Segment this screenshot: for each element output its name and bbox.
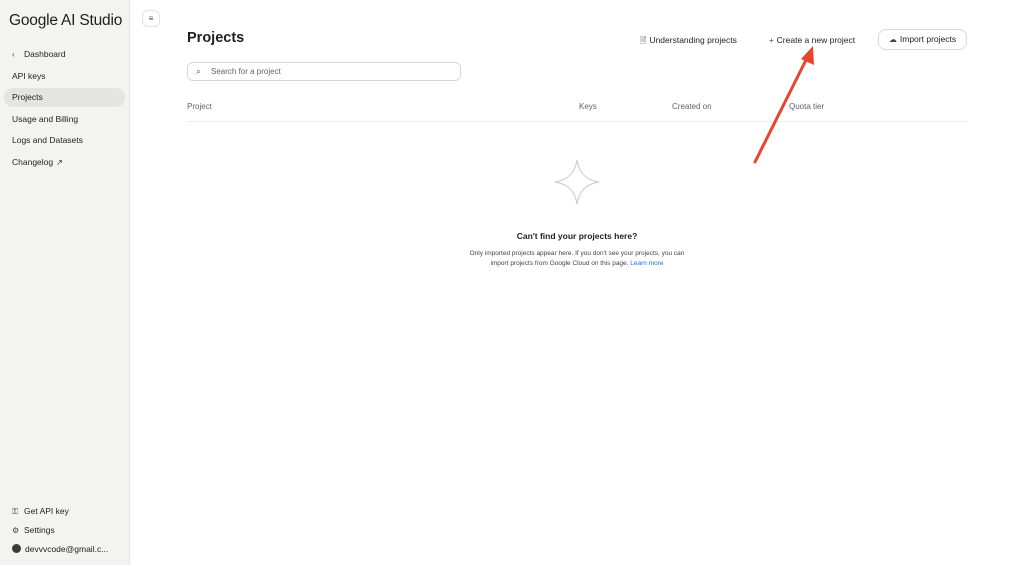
column-header-project[interactable]: Project xyxy=(187,102,212,111)
empty-state-line-2: import projects from Google Cloud on thi… xyxy=(452,259,702,269)
key-icon: ⚿ xyxy=(12,507,19,516)
table-divider xyxy=(187,121,967,122)
empty-state-line-2-text: import projects from Google Cloud on thi… xyxy=(490,260,629,267)
search-box: ⌕ xyxy=(187,62,461,81)
account-button[interactable]: devvvcode@gmail.c... xyxy=(12,544,130,554)
settings-button[interactable]: ⚙ Settings xyxy=(12,525,130,535)
get-api-key-label: Get API key xyxy=(24,506,69,516)
search-icon: ⌕ xyxy=(196,66,201,76)
empty-state-line-1: Only imported projects appear here. If y… xyxy=(469,250,685,257)
sidebar-item-label: API keys xyxy=(12,70,46,81)
gear-icon: ⚙ xyxy=(12,526,20,535)
sidebar-item-label: Usage and Billing xyxy=(12,113,79,124)
annotation-arrow xyxy=(753,46,814,164)
account-email: devvvcode@gmail.c... xyxy=(25,544,109,554)
empty-state-title: Can't find your projects here? xyxy=(516,231,638,241)
collapse-sidebar-icon: ≡ xyxy=(148,14,154,23)
sidebar-item-label: Dashboard xyxy=(24,49,66,59)
sidebar-item-label: Projects xyxy=(12,92,43,102)
column-header-created-on[interactable]: Created on xyxy=(672,102,712,111)
sidebar-item-api-keys[interactable]: API keys xyxy=(4,67,125,86)
search-input[interactable] xyxy=(211,64,451,79)
cloud-upload-icon: ☁ xyxy=(888,35,897,44)
document-icon: 🗎 xyxy=(640,36,647,45)
app-logo[interactable]: Google AI Studio xyxy=(9,12,122,30)
import-projects-button[interactable]: ☁ Import projects xyxy=(878,29,967,50)
settings-label: Settings xyxy=(24,525,55,535)
sidebar-item-changelog[interactable]: Changelog ↗ xyxy=(4,153,125,172)
external-link-icon: ↗ xyxy=(56,157,63,167)
chevron-left-icon: ‹ xyxy=(12,50,15,59)
sidebar-item-dashboard[interactable]: ‹ Dashboard xyxy=(4,45,125,64)
sidebar-nav: ‹ Dashboard API keys Projects Usage and B… xyxy=(4,45,125,174)
avatar xyxy=(12,544,21,553)
sidebar-item-label: Logs and Datasets xyxy=(12,135,83,145)
understanding-projects-link[interactable]: 🗎 Understanding projects xyxy=(640,35,737,49)
sidebar-item-logs-datasets[interactable]: Logs and Datasets xyxy=(4,131,125,150)
sidebar-item-label: Changelog xyxy=(12,156,54,167)
sidebar: Google AI Studio ‹ Dashboard API keys Pro… xyxy=(0,0,130,565)
page-title: Projects xyxy=(187,30,245,46)
empty-state-description: Only imported projects appear here. If y… xyxy=(452,249,702,269)
collapse-sidebar-button[interactable]: ≡ xyxy=(142,10,160,27)
understanding-projects-label: Understanding projects xyxy=(649,35,737,45)
learn-more-link[interactable]: Learn more xyxy=(630,260,663,267)
sidebar-item-usage-billing[interactable]: Usage and Billing xyxy=(4,110,125,129)
sidebar-item-projects[interactable]: Projects xyxy=(4,88,125,107)
import-projects-label: Import projects xyxy=(899,34,957,44)
column-header-keys[interactable]: Keys xyxy=(579,102,597,111)
get-api-key-button[interactable]: ⚿ Get API key xyxy=(12,506,130,517)
sparkle-icon xyxy=(553,158,601,211)
